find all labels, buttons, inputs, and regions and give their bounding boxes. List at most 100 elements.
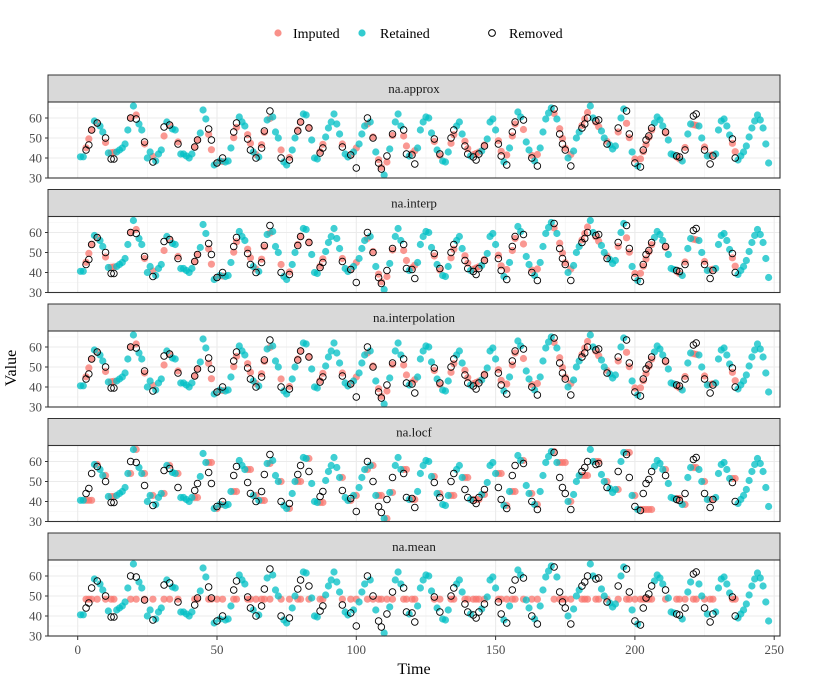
retained-point <box>138 240 146 249</box>
retained-point <box>188 264 196 273</box>
retained-point <box>372 491 380 500</box>
imputed-point <box>207 260 216 268</box>
retained-point <box>308 365 316 373</box>
retained-point <box>171 126 179 134</box>
retained-point <box>756 574 764 582</box>
retained-point <box>129 560 138 568</box>
retained-point <box>684 473 692 482</box>
retained-point <box>425 457 433 466</box>
retained-point <box>745 247 753 256</box>
imputed-point <box>681 595 689 603</box>
legend-imputed-marker <box>274 29 282 37</box>
facet-na-locf: na.locf 30 40 50 60 <box>29 418 781 529</box>
y-tick-label: 30 <box>29 171 42 186</box>
y-tick-label: 50 <box>29 245 42 260</box>
y-axis-title: Value <box>3 350 20 386</box>
retained-point <box>664 479 672 488</box>
retained-point <box>227 373 235 381</box>
retained-point <box>748 124 756 132</box>
retained-point <box>322 247 330 256</box>
retained-point <box>570 261 578 270</box>
retained-point <box>358 588 366 596</box>
retained-point <box>492 469 500 478</box>
retained-point <box>188 493 196 502</box>
retained-point <box>333 234 341 243</box>
retained-point <box>330 339 338 347</box>
retained-point <box>372 262 380 271</box>
retained-point <box>199 449 207 458</box>
x-axis: 0 50 100 150 200 250 <box>74 636 784 657</box>
retained-point <box>138 126 146 134</box>
imputed-point <box>160 132 168 140</box>
retained-point <box>492 126 500 134</box>
imputed-point <box>622 119 631 127</box>
retained-point <box>539 357 547 365</box>
imputed-point <box>132 595 140 603</box>
retained-point <box>483 135 491 143</box>
retained-point <box>720 344 728 352</box>
retained-point <box>483 593 491 601</box>
retained-point <box>564 268 572 277</box>
retained-point <box>483 364 491 372</box>
retained-point <box>274 363 282 371</box>
retained-point <box>458 588 466 596</box>
retained-point <box>695 236 703 245</box>
retained-point <box>302 340 310 348</box>
retained-point <box>79 496 87 504</box>
retained-point <box>564 383 572 391</box>
imputed-point <box>277 375 285 383</box>
retained-point <box>335 588 344 596</box>
retained-point <box>455 232 463 241</box>
imputed-point <box>447 368 455 376</box>
retained-point <box>302 569 310 577</box>
retained-point <box>586 560 594 568</box>
retained-point <box>124 126 132 134</box>
imputed-point <box>519 125 528 134</box>
y-tick-label: 50 <box>29 360 42 375</box>
retained-point <box>664 250 672 259</box>
retained-point <box>288 604 296 612</box>
retained-point <box>597 585 606 593</box>
y-tick-label: 30 <box>29 514 42 529</box>
retained-point <box>241 351 249 359</box>
retained-point <box>489 573 497 581</box>
imputed-point <box>447 254 455 262</box>
facet-scatter-chart: Imputed Retained Removed na.approx 30 40 50… <box>3 27 784 678</box>
retained-point <box>489 344 497 352</box>
retained-point <box>698 248 706 257</box>
retained-point <box>687 234 695 243</box>
retained-point <box>124 469 132 478</box>
retained-point <box>742 371 750 379</box>
y-tick-label: 60 <box>29 569 42 584</box>
imputed-point <box>402 142 411 150</box>
retained-point <box>171 240 179 249</box>
retained-point <box>714 126 723 134</box>
retained-point <box>617 343 625 351</box>
retained-point <box>748 238 756 247</box>
retained-point <box>539 471 547 480</box>
retained-point <box>416 240 424 249</box>
retained-point <box>413 602 422 610</box>
retained-point <box>416 469 424 478</box>
y-tick-label: 50 <box>29 131 42 146</box>
retained-point <box>157 146 165 154</box>
retained-point <box>308 479 316 488</box>
retained-point <box>199 106 207 114</box>
retained-point <box>291 363 299 371</box>
retained-point <box>745 476 753 485</box>
x-tick-label: 50 <box>211 642 224 657</box>
retained-point <box>765 388 773 396</box>
retained-point <box>664 365 672 373</box>
retained-point <box>687 349 695 357</box>
imputed-point <box>277 260 285 269</box>
imputed-point <box>519 354 528 363</box>
retained-point <box>171 584 179 592</box>
imputed-point <box>266 595 274 603</box>
y-tick-label: 60 <box>29 225 42 240</box>
imputed-point <box>519 240 528 248</box>
retained-point <box>241 236 249 245</box>
retained-point <box>171 355 179 363</box>
imputed-point <box>709 595 717 603</box>
retained-point <box>483 249 491 258</box>
retained-point <box>684 244 692 253</box>
